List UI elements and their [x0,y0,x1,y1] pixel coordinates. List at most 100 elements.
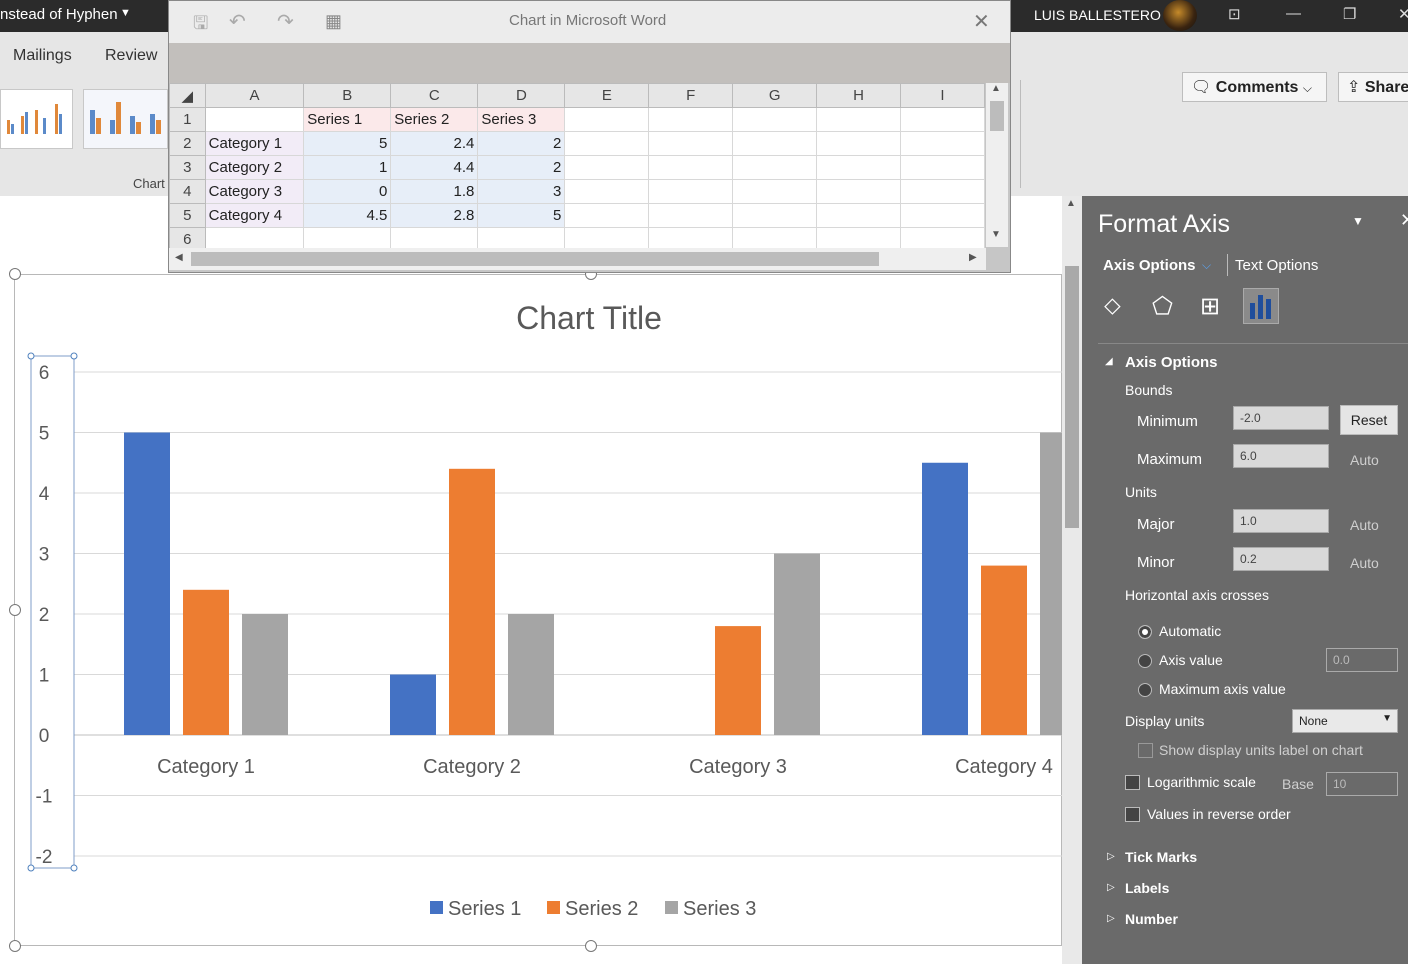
tab-text-options[interactable]: Text Options [1235,257,1318,274]
cell[interactable]: 2.8 [390,203,479,228]
axis-value-radio[interactable] [1138,654,1152,668]
restore-icon[interactable]: ❐ [1343,5,1356,23]
legend-label[interactable]: Series 3 [683,898,756,920]
row-header[interactable]: 5 [169,203,206,228]
chevron-down-icon[interactable]: ▼ [120,7,131,19]
cell[interactable] [564,155,650,180]
cell[interactable] [816,203,902,228]
reset-button[interactable]: Reset [1340,405,1398,435]
minor-auto-label[interactable]: Auto [1350,555,1379,571]
cell[interactable]: 1.8 [390,179,479,204]
section-labels[interactable]: Labels [1125,880,1169,896]
resize-handle[interactable] [585,940,597,952]
section-number[interactable]: Number [1125,911,1178,927]
cell[interactable] [900,107,985,132]
column-header[interactable]: I [900,83,985,108]
scroll-up-icon[interactable]: ▲ [1066,198,1076,209]
close-icon[interactable]: ✕ [1398,5,1408,23]
column-header[interactable]: H [816,83,902,108]
cell[interactable] [648,179,734,204]
axis-selection-handle[interactable] [27,864,35,872]
maximum-axis-value-label[interactable]: Maximum axis value [1159,681,1286,697]
cell[interactable]: 5 [303,131,392,156]
expand-icon[interactable]: ▷ [1107,882,1115,893]
cell[interactable] [732,107,818,132]
cell[interactable]: 4.5 [303,203,392,228]
cell[interactable] [732,131,818,156]
tab-mailings[interactable]: Mailings [13,47,72,65]
scrollbar-thumb[interactable] [990,101,1004,131]
cell[interactable] [732,155,818,180]
cell[interactable]: 4.4 [390,155,479,180]
cell[interactable] [648,131,734,156]
cell[interactable] [900,203,985,228]
row-header[interactable]: 3 [169,155,206,180]
vertical-scrollbar[interactable]: ▲ ▼ [986,83,1008,247]
section-axis-options[interactable]: Axis Options [1125,354,1218,371]
column-header[interactable]: C [390,83,479,108]
undo-icon[interactable]: ↶ [229,9,246,34]
automatic-label[interactable]: Automatic [1159,623,1221,639]
scroll-up-icon[interactable]: ▲ [991,83,1001,94]
legend-swatch[interactable] [547,901,560,914]
chevron-down-icon[interactable]: ⌵ [1202,258,1211,273]
chart-area[interactable]: 6 5 4 3 2 1 0 -1 -2 Category 1 Category 2 Category… [14,274,1062,946]
cell[interactable] [732,203,818,228]
major-input[interactable]: 1.0 [1233,509,1329,533]
maximum-input[interactable]: 6.0 [1233,444,1329,468]
document-scrollbar[interactable]: ▲ [1062,196,1082,964]
cell[interactable] [816,179,902,204]
column-header[interactable]: D [477,83,566,108]
bar[interactable] [922,462,968,735]
bar[interactable] [124,432,170,736]
cell[interactable]: Category 3 [204,179,305,204]
bar[interactable] [449,468,495,735]
chart-style-thumbnail[interactable] [0,89,73,149]
row-header[interactable]: 2 [169,131,206,156]
axis-value-input[interactable]: 0.0 [1326,648,1398,672]
cell[interactable] [648,107,734,132]
cell[interactable] [900,179,985,204]
legend-label[interactable]: Series 2 [565,898,638,920]
chart-style-thumbnail[interactable] [83,89,168,149]
scrollbar-thumb[interactable] [1065,266,1079,528]
cell[interactable]: Category 1 [204,131,305,156]
resize-handle[interactable] [9,940,21,952]
legend-label[interactable]: Series 1 [448,898,521,920]
cell[interactable]: Series 3 [477,107,566,132]
cell[interactable]: 0 [303,179,392,204]
spreadsheet-grid[interactable]: ◢ A B C D E F G H I 1 Series 1 Series 2 … [169,83,985,252]
comments-button[interactable]: 🗨 Comments ⌵ [1182,72,1327,102]
bar[interactable] [774,553,820,736]
scroll-right-icon[interactable]: ▶ [969,252,977,263]
cell[interactable]: 2.4 [390,131,479,156]
column-header[interactable]: E [564,83,650,108]
cell[interactable]: 3 [477,179,566,204]
base-input[interactable]: 10 [1326,772,1398,796]
edit-in-excel-icon[interactable]: ▦ [325,11,342,32]
cell[interactable] [564,131,650,156]
cell[interactable] [564,179,650,204]
cell[interactable]: Series 2 [390,107,479,132]
show-units-checkbox[interactable] [1138,743,1153,758]
show-units-label[interactable]: Show display units label on chart [1159,742,1363,758]
cell[interactable]: 2 [477,155,566,180]
logarithmic-label[interactable]: Logarithmic scale [1147,774,1256,790]
close-icon[interactable]: ✕ [1400,210,1408,231]
column-header[interactable]: A [204,83,305,108]
tab-review[interactable]: Review [105,47,157,65]
redo-icon[interactable]: ↷ [277,9,294,34]
reverse-order-label[interactable]: Values in reverse order [1147,806,1291,822]
column-header[interactable]: B [303,83,392,108]
horizontal-scrollbar[interactable]: ◀ ▶ [169,248,986,270]
section-tick-marks[interactable]: Tick Marks [1125,849,1197,865]
bar[interactable] [183,589,229,735]
chart-title[interactable]: Chart Title [516,300,662,336]
maximum-axis-value-radio[interactable] [1138,683,1152,697]
bar[interactable] [715,626,761,735]
cell[interactable] [816,155,902,180]
user-name[interactable]: LUIS BALLESTERO [1034,7,1161,23]
display-units-select[interactable]: None ▼ [1292,709,1398,733]
cell[interactable] [732,179,818,204]
cell[interactable]: Category 2 [204,155,305,180]
